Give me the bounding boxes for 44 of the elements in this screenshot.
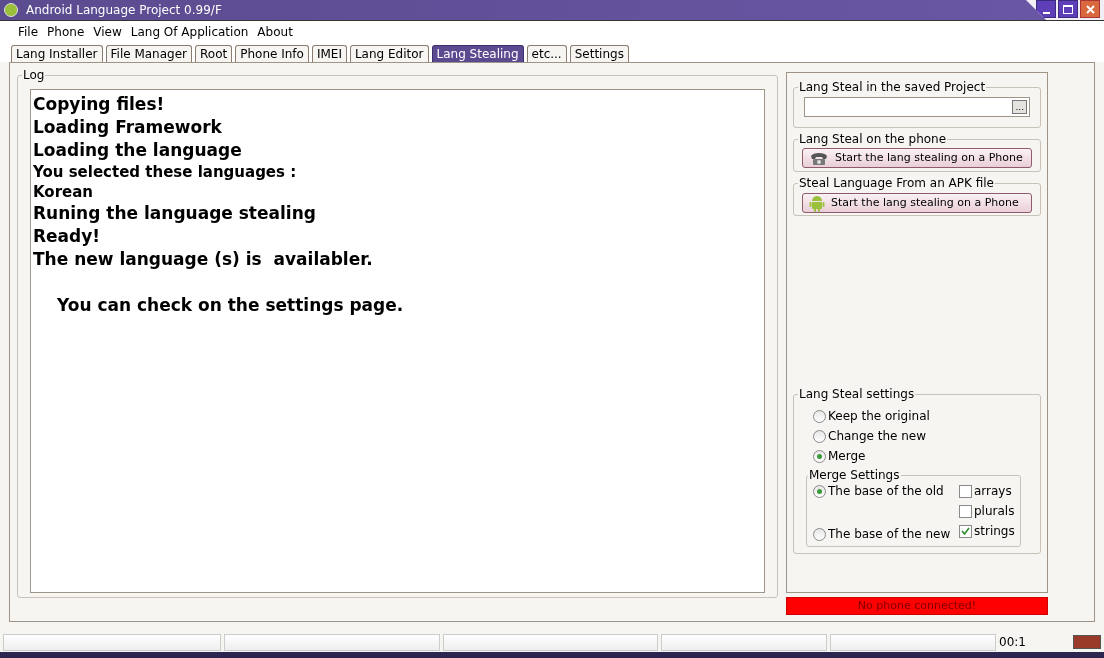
- tab[interactable]: Settings: [569, 45, 629, 62]
- start-stealing-button[interactable]: Start the lang stealing on a Phone: [802, 193, 1032, 213]
- log-line: The new language (s) is availabler.: [33, 248, 374, 271]
- tab[interactable]: Lang Installer: [11, 45, 103, 62]
- tab[interactable]: Lang Stealing: [431, 45, 524, 62]
- tab[interactable]: IMEI: [311, 45, 347, 62]
- radio-label: Merge: [828, 448, 866, 465]
- menu-item[interactable]: View: [93, 22, 122, 41]
- menu-item[interactable]: About: [257, 22, 293, 41]
- radio-label: Change the new: [828, 428, 927, 445]
- checkbox-label: arrays: [974, 483, 1012, 500]
- group-title: Steal Language From an APK file: [798, 175, 995, 191]
- checkbox-label: plurals: [974, 503, 1015, 520]
- group-title: Lang Steal in the saved Project: [798, 79, 987, 95]
- log-line: Ready!: [33, 225, 102, 248]
- log-line: Runing the language stealing: [33, 202, 317, 225]
- connection-status: No phone connected!: [786, 597, 1048, 615]
- checkbox-label: strings: [974, 523, 1015, 540]
- log-line: Loading the language: [33, 139, 243, 162]
- log-line: Korean: [33, 182, 95, 202]
- browse-button[interactable]: ...: [1012, 100, 1027, 114]
- log-line: Copying files!: [33, 93, 166, 116]
- radio-label: Keep the original: [828, 408, 930, 425]
- tab[interactable]: Lang Editor: [349, 45, 429, 62]
- project-path-field[interactable]: ...: [804, 97, 1030, 117]
- group-title: Lang Steal settings: [798, 386, 916, 402]
- log-line: You selected these languages :: [33, 162, 298, 182]
- group-title: Log: [22, 67, 46, 83]
- group-title: Merge Settings: [808, 467, 901, 483]
- menu-item[interactable]: Lang Of Application: [130, 22, 249, 41]
- window-title: Android Language Project 0.99/F: [26, 2, 222, 19]
- radio-label: The base of the old: [828, 483, 944, 500]
- group-title: Lang Steal on the phone: [798, 131, 948, 147]
- tab[interactable]: File Manager: [105, 45, 192, 62]
- tab[interactable]: Root: [195, 45, 233, 62]
- radio-label: The base of the new: [828, 526, 951, 543]
- tab[interactable]: etc...: [526, 45, 567, 62]
- log-line: You can check on the settings page.: [56, 294, 405, 317]
- status-time: 00:1: [999, 634, 1026, 651]
- log-line: Loading Framework: [33, 116, 223, 139]
- start-stealing-button[interactable]: Start the lang stealing on a Phone: [802, 148, 1032, 168]
- menu-item[interactable]: File: [18, 22, 39, 41]
- menu-item[interactable]: Phone: [47, 22, 85, 41]
- tab[interactable]: Phone Info: [235, 45, 309, 62]
